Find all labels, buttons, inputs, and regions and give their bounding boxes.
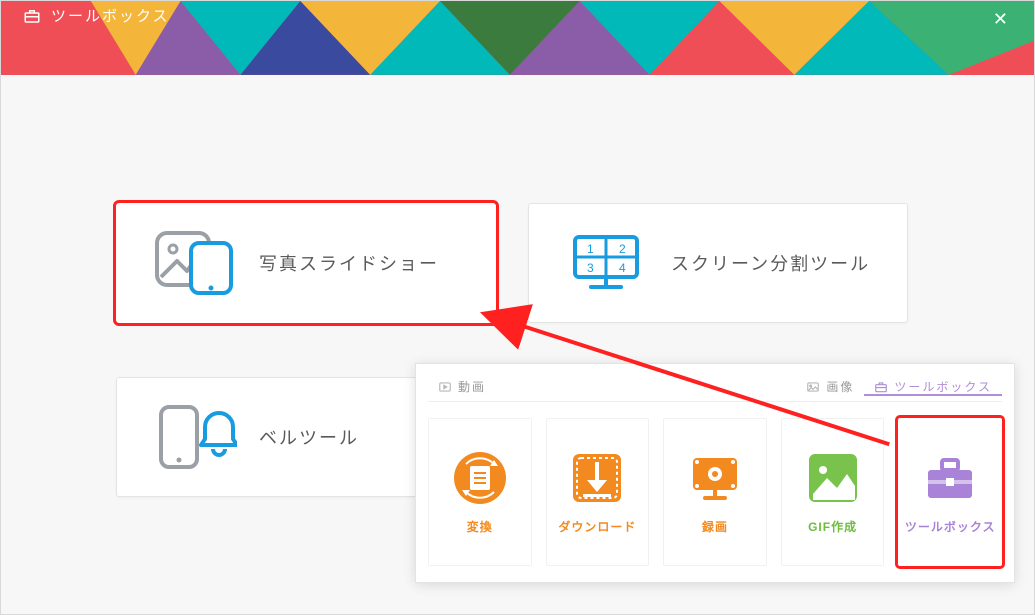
toolbox-tile-icon [922,450,978,506]
svg-text:3: 3 [587,261,594,275]
slideshow-label: 写真スライドショー [259,250,439,276]
tab-image[interactable]: 画像 [796,378,864,395]
toolbox-tab-icon [874,380,888,394]
tile-record[interactable]: 録画 [663,418,767,566]
panel-tabs: 動画 画像 ツールボックス [428,372,1002,402]
svg-text:4: 4 [619,261,626,275]
bell-tool-label: ベルツール [259,424,359,450]
record-icon [687,450,743,506]
tab-image-label: 画像 [826,378,854,395]
image-icon [806,380,820,394]
screen-split-icon: 1 2 3 4 [565,227,649,299]
slideshow-photo-icon [153,227,237,299]
tab-toolbox[interactable]: ツールボックス [864,378,1002,395]
screen-splitter-label: スクリーン分割ツール [671,250,870,276]
tile-record-label: 録画 [702,518,728,535]
app-window: ツールボックス ✕ 写真スライドショー 1 2 3 [0,0,1035,615]
window-title: ツールボックス [51,5,170,26]
gif-icon [805,450,861,506]
svg-text:1: 1 [587,242,594,256]
svg-text:2: 2 [619,242,626,256]
tile-gif-label: GIF作成 [808,518,857,535]
tile-toolbox-label: ツールボックス [905,518,996,535]
screen-splitter-card[interactable]: 1 2 3 4 スクリーン分割ツール [528,203,908,323]
tab-video[interactable]: 動画 [428,378,496,395]
tab-video-label: 動画 [458,378,486,395]
toolbox-icon [23,7,41,25]
video-icon [438,380,452,394]
download-icon [569,450,625,506]
tile-gif[interactable]: GIF作成 [781,418,885,566]
tiles-row: 変換 ダウンロード [428,418,1002,566]
body-area: 写真スライドショー 1 2 3 4 スクリーン分割ツール [1,75,1034,614]
close-button[interactable]: ✕ [985,5,1016,34]
tile-download-label: ダウンロード [558,518,636,535]
convert-icon [452,450,508,506]
slideshow-card[interactable]: 写真スライドショー [116,203,496,323]
tile-download[interactable]: ダウンロード [546,418,650,566]
tile-toolbox[interactable]: ツールボックス [898,418,1002,566]
secondary-panel: 動画 画像 ツールボックス [415,363,1015,583]
tile-convert-label: 変換 [467,518,493,535]
titlebar: ツールボックス ✕ [1,1,1034,75]
bell-phone-icon [153,401,237,473]
tab-toolbox-label: ツールボックス [894,378,992,395]
tile-convert[interactable]: 変換 [428,418,532,566]
